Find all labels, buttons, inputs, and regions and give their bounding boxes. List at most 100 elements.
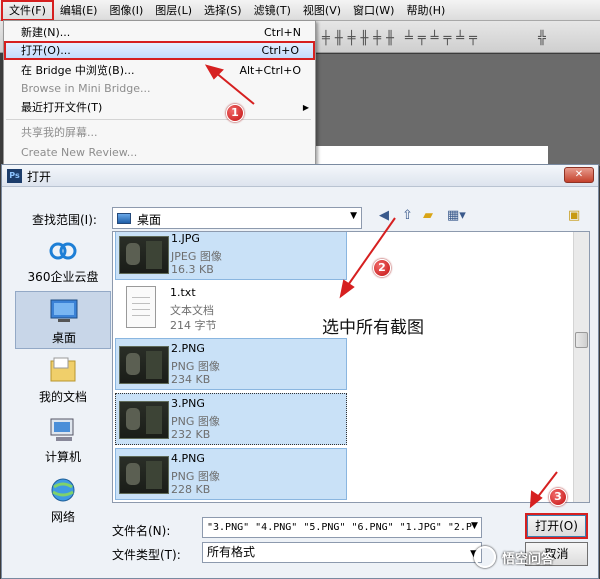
look-in-label: 查找范围(I): [32, 213, 97, 227]
file-size: 228 KB [171, 483, 211, 496]
menu-item-mini-bridge[interactable]: Browse in Mini Bridge... [4, 79, 315, 98]
menu-item-recent[interactable]: 最近打开文件(T) ▶ [4, 98, 315, 117]
place-documents[interactable]: 我的文档 [15, 351, 111, 409]
file-type-value: 所有格式 [207, 545, 256, 559]
menu-item-new[interactable]: 新建(N)... Ctrl+N [4, 23, 315, 42]
file-name: 2.PNG [171, 342, 205, 355]
file-item[interactable]: 1.JPG JPEG 图像 16.3 KB [115, 232, 347, 280]
folder-settings-icon[interactable]: ▣ [568, 208, 580, 223]
place-cloud-drive[interactable]: 360企业云盘 [15, 231, 111, 289]
file-item[interactable]: 1.txt 文本文档 214 字节 [115, 283, 347, 335]
file-type: PNG 图像 [171, 360, 220, 373]
menu-file[interactable]: 文件(F) [1, 0, 54, 21]
documents-folder-icon [50, 357, 76, 382]
menu-shortcut: Ctrl+N [263, 26, 301, 39]
text-document-icon [126, 286, 156, 328]
menu-item-new-review[interactable]: Create New Review... [4, 143, 315, 162]
watermark: 悟空问答 [462, 541, 600, 579]
desktop-icon [50, 299, 78, 322]
dialog-titlebar[interactable]: Ps 打开 ✕ [2, 165, 598, 187]
menu-help[interactable]: 帮助(H) [400, 0, 451, 21]
menu-separator [6, 119, 311, 120]
step-badge-3: 3 [549, 488, 567, 506]
place-label: 网络 [50, 510, 75, 524]
file-name: 1.txt [170, 286, 196, 299]
annotation-text: 选中所有截图 [322, 318, 424, 338]
file-type: JPEG 图像 [171, 250, 222, 263]
step-badge-2: 2 [373, 259, 391, 277]
file-item[interactable]: 2.PNG PNG 图像 234 KB [115, 338, 347, 390]
look-in-value: 桌面 [137, 213, 162, 227]
chat-bubble-icon [474, 546, 496, 568]
up-folder-icon[interactable]: ⇧ [402, 208, 413, 223]
image-thumbnail [119, 346, 169, 384]
network-globe-icon [51, 478, 75, 502]
file-size: 214 字节 [170, 319, 217, 332]
file-item[interactable]: 4.PNG PNG 图像 228 KB [115, 448, 347, 500]
open-dialog: Ps 打开 ✕ 查找范围(I): 桌面 ▼ ◀ ⇧ ▰ ▦▾ ▣ 360企业云盘… [1, 164, 599, 579]
menu-layer[interactable]: 图层(L) [149, 0, 198, 21]
file-size: 234 KB [171, 373, 211, 386]
file-size: 16.3 KB [171, 263, 214, 276]
file-type: PNG 图像 [171, 415, 220, 428]
menu-select[interactable]: 选择(S) [198, 0, 248, 21]
file-type-select[interactable]: 所有格式 ▼ [202, 542, 482, 563]
file-type: PNG 图像 [171, 470, 220, 483]
watermark-text: 悟空问答 [502, 552, 555, 567]
place-desktop[interactable]: 桌面 [15, 291, 111, 349]
photoshop-logo-icon: Ps [7, 169, 22, 183]
vertical-scrollbar[interactable] [573, 232, 589, 502]
menu-view[interactable]: 视图(V) [297, 0, 347, 21]
step-badge-1: 1 [226, 104, 244, 122]
menu-item-label: 在 Bridge 中浏览(B)... [21, 64, 135, 77]
desktop-icon [117, 213, 131, 224]
view-menu-icon[interactable]: ▦▾ [447, 208, 466, 223]
places-bar: 360企业云盘 桌面 我的文档 计算机 网络 [15, 231, 111, 527]
place-computer[interactable]: 计算机 [15, 411, 111, 469]
chevron-down-icon[interactable]: ▼ [471, 521, 478, 531]
menu-item-label: 打开(O)... [21, 44, 71, 57]
file-name: 1.JPG [171, 232, 200, 245]
new-folder-icon[interactable]: ▰ [423, 208, 433, 223]
menu-shortcut: Alt+Ctrl+O [239, 64, 301, 77]
scrollbar-thumb[interactable] [575, 332, 588, 348]
menu-item-share-screen[interactable]: 共享我的屏幕... [4, 123, 315, 142]
file-item[interactable]: 3.PNG PNG 图像 232 KB [115, 393, 347, 445]
menu-item-label: 新建(N)... [21, 26, 71, 39]
menu-item-label: 共享我的屏幕... [21, 126, 98, 139]
place-label: 我的文档 [38, 390, 87, 404]
image-thumbnail [119, 401, 169, 439]
menu-item-browse-bridge[interactable]: 在 Bridge 中浏览(B)... Alt+Ctrl+O [4, 61, 315, 80]
look-in-select[interactable]: 桌面 ▼ [112, 207, 362, 229]
align-icons[interactable]: ╪╫╪╫╪╫ [322, 31, 399, 46]
menu-item-open[interactable]: 打开(O)... Ctrl+O [4, 41, 315, 60]
dialog-title: 打开 [27, 170, 52, 184]
file-type-label: 文件类型(T): [112, 548, 181, 562]
submenu-arrow-icon: ▶ [302, 103, 309, 112]
menu-bar: 文件(F) 编辑(E) 图像(I) 图层(L) 选择(S) 滤镜(T) 视图(V… [0, 0, 600, 21]
distribute-icons[interactable]: ╧╤╧╤╧╤ [405, 31, 482, 46]
open-button[interactable]: 打开(O) [525, 513, 588, 539]
menu-item-label: Browse in Mini Bridge... [21, 82, 151, 95]
file-type: 文本文档 [170, 304, 214, 317]
close-button[interactable]: ✕ [564, 167, 594, 183]
menu-filter[interactable]: 滤镜(T) [248, 0, 297, 21]
image-thumbnail [119, 236, 169, 274]
image-thumbnail [119, 456, 169, 494]
file-list[interactable]: 1.JPG JPEG 图像 16.3 KB 1.txt 文本文档 214 字节 … [112, 231, 590, 503]
computer-icon [50, 418, 74, 441]
menu-image[interactable]: 图像(I) [103, 0, 149, 21]
cloud-icon [49, 242, 77, 260]
menu-edit[interactable]: 编辑(E) [54, 0, 104, 21]
back-icon[interactable]: ◀ [379, 208, 389, 223]
menu-window[interactable]: 窗口(W) [347, 0, 400, 21]
file-name-input[interactable]: "3.PNG" "4.PNG" "5.PNG" "6.PNG" "1.JPG" … [202, 517, 482, 538]
menu-shortcut: Ctrl+O [261, 44, 299, 57]
place-network[interactable]: 网络 [15, 471, 111, 529]
auto-align-icon[interactable]: ╬ [538, 31, 551, 46]
file-name: 4.PNG [171, 452, 205, 465]
place-label: 360企业云盘 [27, 270, 99, 284]
place-label: 桌面 [51, 331, 76, 345]
chevron-down-icon: ▼ [350, 211, 357, 221]
file-name: 3.PNG [171, 397, 205, 410]
